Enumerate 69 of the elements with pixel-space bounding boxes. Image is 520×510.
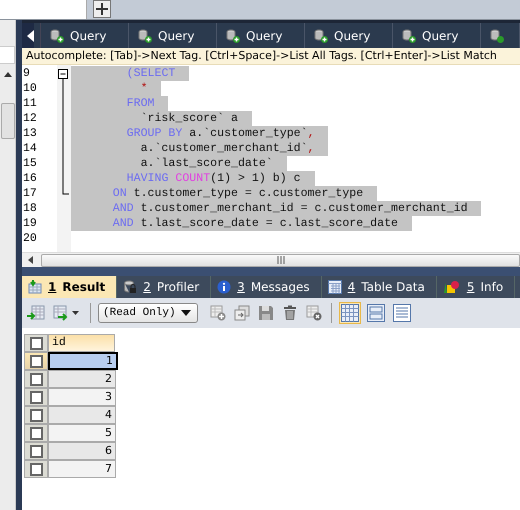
row-checkbox[interactable] [30,390,42,404]
shapes-icon [442,280,461,294]
form-view-button[interactable] [365,302,387,324]
autocomplete-hint: Autocomplete: [Tab]->Next Tag. [Ctrl+Space]->List All Tags. [Ctrl+Enter]->List Match [22,48,520,65]
duplicate-row-button[interactable] [232,303,252,323]
table-cell[interactable]: 7 [48,460,116,478]
horizontal-scrollbar[interactable] [22,252,520,267]
line-number: 13 [22,126,38,141]
database-lock-icon [123,280,138,294]
text-lines-icon [393,304,411,322]
grip-icon [276,256,284,264]
row-checkbox[interactable] [30,426,42,440]
database-plus-icon [225,28,241,44]
caret-icon [181,310,191,316]
up-arrow-icon [4,71,12,77]
row-checkbox[interactable] [30,408,42,422]
line-number: 15 [22,156,38,171]
table-arrow-icon [28,280,42,294]
table-cell[interactable]: 4 [48,406,116,424]
line-number: 14 [22,141,38,156]
database-plus-icon [137,28,153,44]
new-tab-button[interactable] [93,0,111,18]
line-number: 10 [22,81,38,96]
cancel-button[interactable] [304,303,324,323]
grid-icon [341,304,359,322]
table-arrow-icon [27,305,45,321]
database-plus-icon [313,28,329,44]
info-icon [217,280,232,294]
scrollbar-thumb[interactable] [0,103,14,139]
plus-icon [95,2,109,16]
table-cross-icon [306,305,322,321]
line-number: 16 [22,171,38,186]
left-arrow-icon [27,256,33,264]
table-icon [328,280,342,294]
table-cell[interactable]: 6 [48,442,116,460]
result-tab[interactable]: 1 Result [22,276,118,298]
text-view-button[interactable] [391,302,413,324]
database-plus-icon [49,28,65,44]
row-checkbox[interactable] [30,444,42,458]
column-header[interactable]: id [48,334,115,352]
scrollbar-thumb[interactable] [41,254,520,266]
line-number: 17 [22,186,38,201]
table-cell[interactable]: 3 [48,388,116,406]
table-export-dropdown-icon [53,305,81,321]
line-number: 12 [22,111,38,126]
scroll-left-button[interactable] [22,23,34,48]
table-plus-icon [210,305,226,321]
mode-dropdown[interactable]: (Read Only) [98,303,198,323]
row-checkbox[interactable] [30,462,42,476]
database-plus-icon [489,28,505,44]
insert-row-button[interactable] [208,303,228,323]
trash-icon [282,305,298,321]
table-cell[interactable]: 1 [48,352,118,370]
form-icon [367,304,385,322]
line-number: 18 [22,201,38,216]
left-arrow-icon [26,30,34,42]
copy-icon [234,305,250,321]
save-button[interactable] [256,303,276,323]
line-number: 11 [22,96,38,111]
database-plus-icon [401,28,417,44]
table-cell[interactable]: 2 [48,370,116,388]
line-number: 9 [22,66,31,81]
line-number: 20 [22,231,38,246]
row-checkbox[interactable] [30,354,42,368]
line-number: 19 [22,216,38,231]
row-checkbox[interactable] [30,372,42,386]
table-cell[interactable]: 5 [48,424,116,442]
grid-view-button[interactable] [339,302,361,324]
select-all-checkbox[interactable] [30,336,42,350]
